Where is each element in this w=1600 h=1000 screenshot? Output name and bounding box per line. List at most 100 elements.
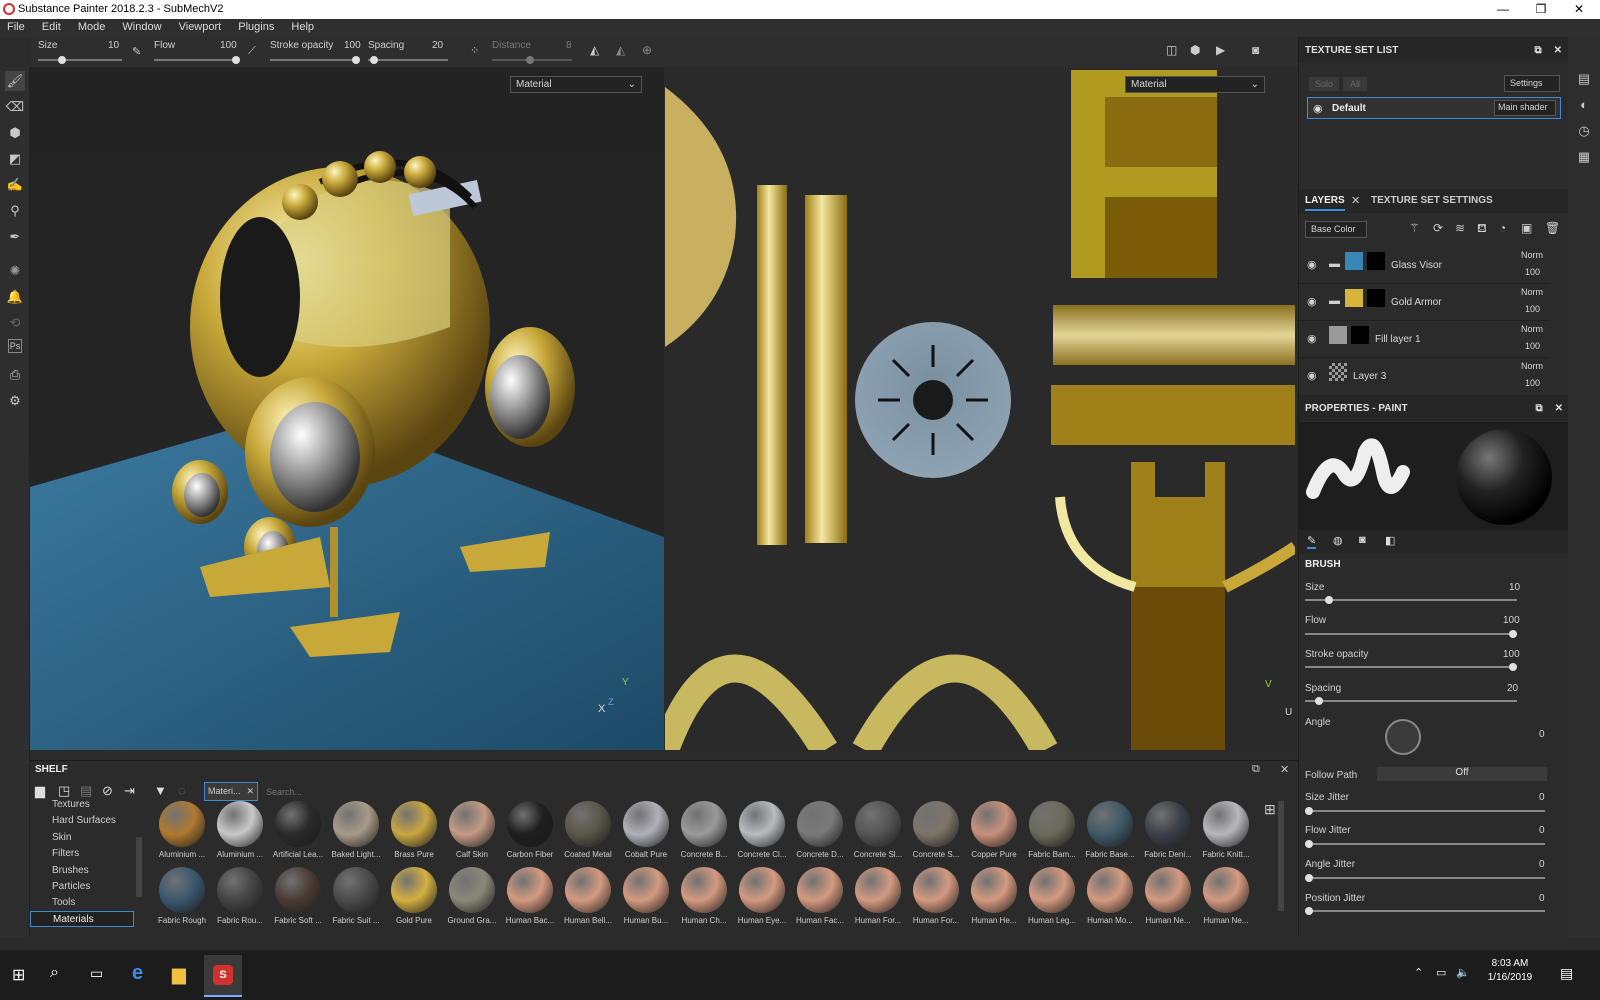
- flow-slider[interactable]: [154, 56, 240, 64]
- viewport-2d-material-dropdown[interactable]: Material ⌄: [1125, 76, 1265, 93]
- category-scrollbar[interactable]: [136, 837, 142, 897]
- slider-knob[interactable]: [1325, 596, 1334, 604]
- material-item[interactable]: Fabric Base...: [1082, 801, 1138, 861]
- material-item[interactable]: Human Eye...: [734, 867, 790, 927]
- brush-flow-slider[interactable]: [1305, 630, 1517, 638]
- material-item[interactable]: Aluminium ...: [212, 801, 268, 861]
- task-view-icon[interactable]: ▭: [90, 965, 103, 982]
- folder-icon[interactable]: ▆: [35, 783, 45, 799]
- material-item[interactable]: Fabric Soft ...: [270, 867, 326, 927]
- delete-layer-icon[interactable]: 🗑: [1545, 221, 1560, 235]
- viewport-3d[interactable]: Material ⌄ Y X Z: [30, 67, 664, 750]
- paint-brush-icon[interactable]: 🖌: [5, 71, 25, 91]
- import-icon[interactable]: ⇥: [124, 783, 135, 799]
- add-layer-icon[interactable]: ≋: [1455, 221, 1465, 235]
- maximize-button[interactable]: ❐: [1524, 0, 1558, 19]
- symmetry-icon[interactable]: ◭: [590, 43, 599, 57]
- slider-knob[interactable]: [1305, 907, 1313, 915]
- windows-start-icon[interactable]: ⊞: [12, 965, 25, 985]
- material-item[interactable]: Calf Skin: [444, 801, 500, 861]
- menu-mode[interactable]: Mode: [71, 19, 113, 35]
- solo-button[interactable]: Solo: [1309, 77, 1339, 91]
- slider-knob[interactable]: [1315, 697, 1324, 705]
- tray-chevron-icon[interactable]: ⌃: [1414, 966, 1423, 979]
- shelf-search-input[interactable]: [262, 782, 1264, 801]
- layer-name[interactable]: Layer 3: [1353, 371, 1386, 382]
- viewport-2d-uv[interactable]: Material ⌄ V U: [665, 67, 1295, 750]
- distance-value[interactable]: 8: [566, 40, 572, 51]
- blend-mode[interactable]: Norm: [1521, 324, 1543, 334]
- flow-jitter-value[interactable]: 0: [1539, 825, 1545, 836]
- material-item[interactable]: Human For...: [850, 867, 906, 927]
- tab-layers[interactable]: LAYERS: [1305, 195, 1345, 211]
- material-item[interactable]: Concrete S...: [908, 801, 964, 861]
- file-explorer-icon[interactable]: ▆: [172, 964, 186, 985]
- layer-name[interactable]: Gold Armor: [1391, 297, 1442, 308]
- material-item[interactable]: Concrete D...: [792, 801, 848, 861]
- layer-row[interactable]: ◉ ▬ Gold Armor Norm 100: [1299, 284, 1549, 321]
- clock[interactable]: 8:03 AM 1/16/2019: [1480, 958, 1540, 983]
- angle-jitter-value[interactable]: 0: [1539, 859, 1545, 870]
- material-item[interactable]: Fabric Rou...: [212, 867, 268, 927]
- bake-icon[interactable]: ✺: [5, 261, 25, 281]
- close-icon[interactable]: ✕: [1554, 45, 1562, 56]
- photoshop-icon[interactable]: Ps: [8, 339, 22, 353]
- blend-mode[interactable]: Norm: [1521, 250, 1543, 260]
- layer-opacity[interactable]: 100: [1525, 304, 1540, 314]
- float-panel-icon[interactable]: ⧉: [1534, 45, 1541, 56]
- size-jitter-value[interactable]: 0: [1539, 792, 1545, 803]
- refresh-icon[interactable]: ◌: [178, 783, 186, 798]
- settings-gear-icon[interactable]: ⚙: [5, 391, 25, 411]
- video-camera-icon[interactable]: ▶: [1216, 43, 1225, 57]
- brush-spacing-slider[interactable]: [1305, 697, 1517, 705]
- close-icon[interactable]: ✕: [1351, 194, 1360, 207]
- category-tools[interactable]: Tools: [52, 897, 75, 908]
- brush-angle-value[interactable]: 0: [1539, 729, 1545, 740]
- position-jitter-slider[interactable]: [1305, 907, 1545, 915]
- visibility-eye-icon[interactable]: ◉: [1307, 332, 1317, 345]
- flow-value[interactable]: 100: [220, 40, 237, 51]
- delete-shelf-icon[interactable]: ▤: [80, 783, 92, 799]
- material-tab-icon[interactable]: ◧: [1385, 534, 1395, 547]
- slider-knob[interactable]: [1305, 807, 1313, 815]
- slider-knob[interactable]: [1305, 840, 1313, 848]
- angle-dial[interactable]: [1385, 719, 1421, 755]
- menu-help[interactable]: Help: [284, 19, 321, 35]
- material-item[interactable]: Carbon Fiber: [502, 801, 558, 861]
- material-item[interactable]: Fabric Bam...: [1024, 801, 1080, 861]
- close-icon[interactable]: ✕: [246, 786, 254, 797]
- menu-plugins[interactable]: Plugins: [231, 19, 281, 35]
- material-item[interactable]: Copper Pure: [966, 801, 1022, 861]
- edge-browser-icon[interactable]: e: [132, 962, 143, 985]
- smudge-icon[interactable]: ✍: [5, 175, 25, 195]
- hide-icon[interactable]: ⊘: [102, 783, 113, 799]
- brush-stroke-opacity-value[interactable]: 100: [1503, 649, 1520, 660]
- slider-knob[interactable]: [1305, 874, 1313, 882]
- material-item[interactable]: Cobalt Pure: [618, 801, 674, 861]
- category-materials[interactable]: Materials: [30, 911, 134, 927]
- category-particles[interactable]: Particles: [52, 881, 90, 892]
- stroke-opacity-value[interactable]: 100: [344, 40, 361, 51]
- brush-flow-value[interactable]: 100: [1503, 615, 1520, 626]
- layers-panel-icon[interactable]: ▤: [1574, 69, 1594, 89]
- split-view-icon[interactable]: ◫: [1166, 43, 1177, 57]
- layer-opacity[interactable]: 100: [1525, 341, 1540, 351]
- add-mask-icon[interactable]: ⟳: [1433, 221, 1443, 235]
- category-brushes[interactable]: Brushes: [52, 865, 89, 876]
- distance-slider[interactable]: [492, 56, 572, 64]
- grid-view-icon[interactable]: ⊞: [1264, 801, 1276, 818]
- eraser-icon[interactable]: ⌫: [5, 97, 25, 117]
- material-item[interactable]: Human Ch...: [676, 867, 732, 927]
- slider-knob[interactable]: [1509, 630, 1517, 638]
- material-item[interactable]: Fabric Knitt...: [1198, 801, 1254, 861]
- history-icon[interactable]: ◷: [1574, 121, 1594, 141]
- size-jitter-slider[interactable]: [1305, 807, 1545, 815]
- position-jitter-value[interactable]: 0: [1539, 893, 1545, 904]
- material-item[interactable]: Human Ne...: [1198, 867, 1254, 927]
- pen-pressure-icon[interactable]: ⟋: [248, 45, 256, 58]
- material-item[interactable]: Human Bac...: [502, 867, 558, 927]
- bell-icon[interactable]: 🔔: [5, 287, 25, 307]
- notifications-icon[interactable]: ▤: [1560, 965, 1573, 982]
- minimize-button[interactable]: —: [1486, 0, 1520, 19]
- sync-icon[interactable]: ⟲: [5, 313, 25, 333]
